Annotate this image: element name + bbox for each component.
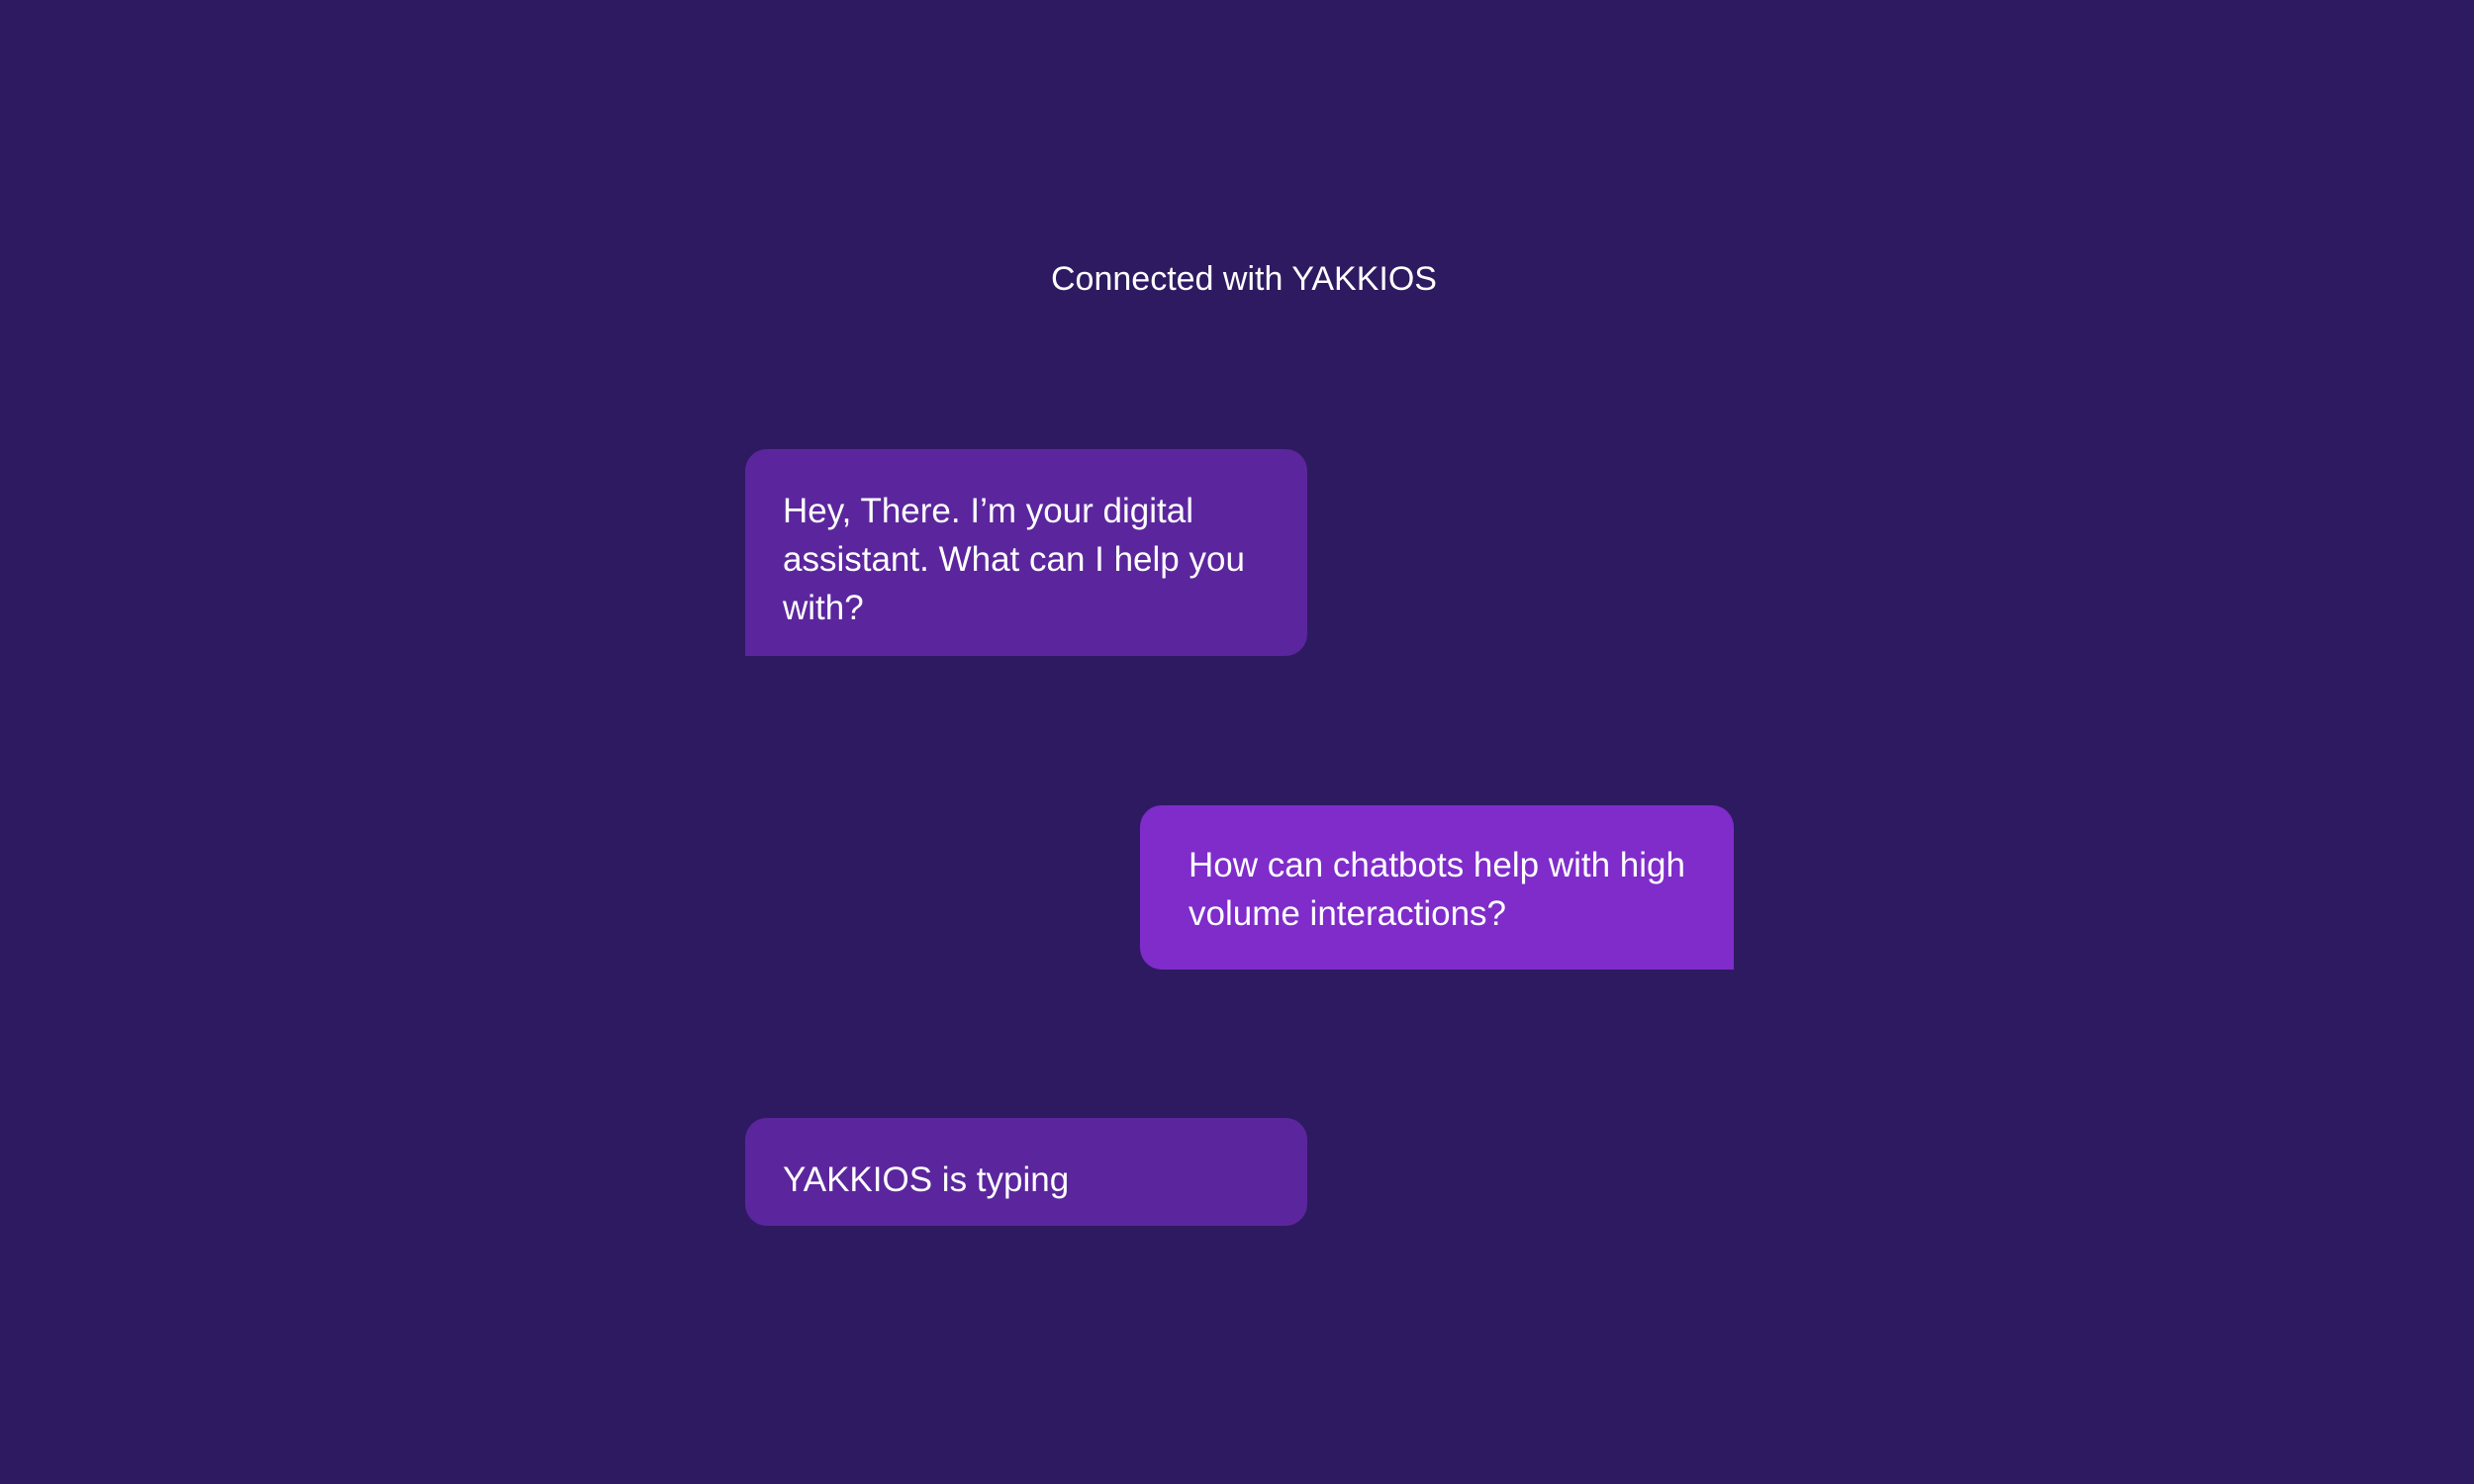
connection-status: Connected with YAKKIOS [1051,260,1437,298]
chat-window: Connected with YAKKIOS Hey, There. I’m y… [0,0,2474,1484]
user-message-bubble: How can chatbots help with high volume i… [1140,805,1734,970]
typing-indicator: YAKKIOS is typing [745,1118,1307,1226]
bot-message-bubble: Hey, There. I’m your digital assistant. … [745,449,1307,656]
